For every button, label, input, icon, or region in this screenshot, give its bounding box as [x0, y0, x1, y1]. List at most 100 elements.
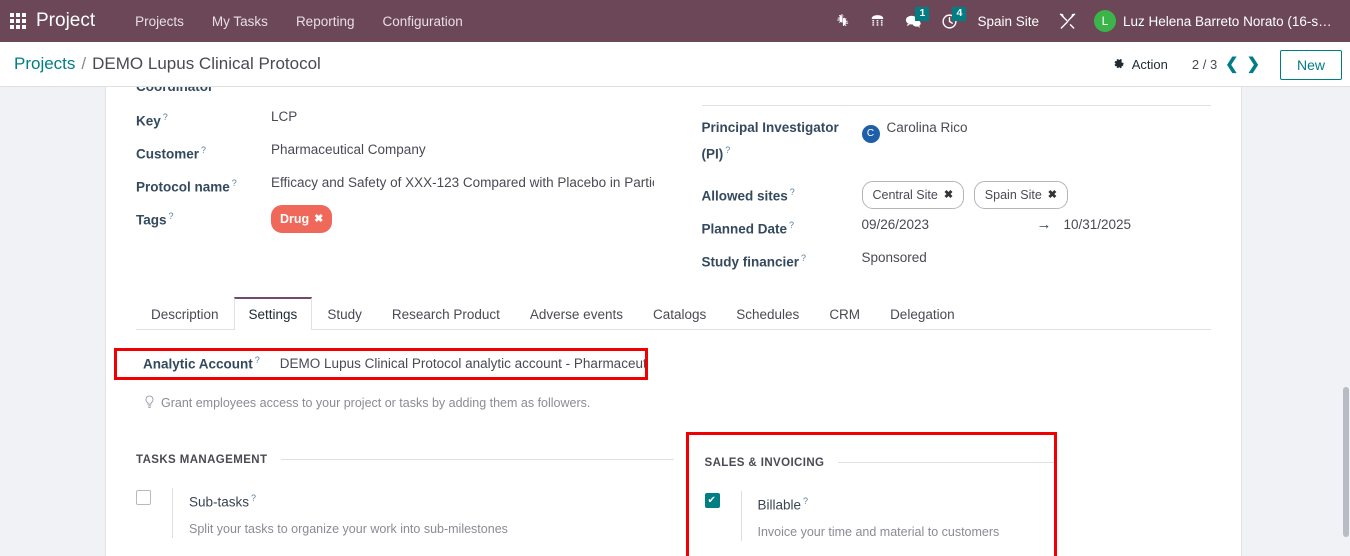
planned-date-end[interactable]: 10/31/2025 [1064, 214, 1132, 236]
site-chip-central[interactable]: Central Site ✖ [861, 180, 965, 209]
remove-tag-icon[interactable]: ✖ [314, 208, 323, 230]
field-protocol-name-value[interactable]: Efficacy and Safety of XXX-123 Compared … [271, 172, 654, 194]
setting-sub-tasks-title-text: Sub-tasks [189, 494, 250, 509]
activities-badge: 4 [952, 7, 967, 21]
remove-site-icon[interactable]: ✖ [1048, 184, 1057, 206]
tag-chip-drug[interactable]: Drug ✖ [271, 205, 333, 233]
chevron-left-icon[interactable]: ❮ [1225, 56, 1238, 73]
field-study-financier-row: Study financier? Sponsored [702, 242, 1212, 275]
website-selector[interactable]: Spain Site [967, 14, 1049, 29]
field-analytic-account-value[interactable]: DEMO Lupus Clinical Protocol analytic ac… [280, 356, 645, 371]
field-principal-investigator-value[interactable]: C Carolina Rico [861, 117, 968, 143]
messages-badge: 1 [915, 7, 930, 21]
nav-item-reporting[interactable]: Reporting [282, 8, 369, 35]
bug-icon[interactable] [825, 0, 860, 42]
activities-clock-icon[interactable]: 4 [932, 0, 967, 42]
settings-groups: TASKS MANAGEMENT Sub-tasks ? Split your … [136, 431, 1212, 556]
help-icon[interactable]: ? [789, 220, 794, 230]
tab-delegation[interactable]: Delegation [875, 297, 970, 330]
breadcrumb-separator: / [81, 54, 87, 73]
phone-keypad-icon[interactable] [860, 0, 895, 42]
field-allowed-sites-label-text: Allowed sites [701, 188, 788, 203]
settings-column-right: SALES & INVOICING Billabl [674, 431, 1212, 556]
user-name-label: Luz Helena Barreto Norato (16-sweet-b… [1123, 13, 1340, 29]
nav-item-configuration[interactable]: Configuration [368, 8, 476, 35]
form-field-grid: Key? LCP Customer? Pharmaceutical Compan… [136, 101, 1211, 275]
field-planned-date-label: Planned Date? [702, 214, 862, 241]
help-icon[interactable]: ? [803, 496, 808, 506]
tab-catalogs[interactable]: Catalogs [638, 297, 721, 330]
apps-grid-icon[interactable] [10, 13, 26, 29]
help-icon[interactable]: ? [725, 145, 730, 155]
settings-page: Analytic Account? DEMO Lupus Clinical Pr… [114, 330, 1212, 556]
field-analytic-account-label-text: Analytic Account [143, 356, 253, 372]
user-menu[interactable]: L Luz Helena Barreto Norato (16-sweet-b… [1086, 10, 1346, 32]
help-icon[interactable]: ? [232, 178, 237, 188]
field-coordinator-label: Coordinator [136, 87, 213, 94]
tab-description[interactable]: Description [136, 297, 234, 330]
help-icon[interactable]: ? [163, 112, 168, 122]
setting-sub-tasks-text: Sub-tasks? Split your tasks to organize … [172, 487, 674, 538]
messages-icon[interactable]: 1 [895, 0, 932, 42]
help-icon[interactable]: ? [801, 253, 806, 263]
vertical-scrollbar[interactable] [1342, 87, 1350, 556]
breadcrumb-item-projects[interactable]: Projects [14, 54, 75, 74]
notebook: Description Settings Study Research Prod… [114, 296, 1212, 556]
checkbox-sub-tasks[interactable] [136, 489, 151, 505]
nav-item-my-tasks[interactable]: My Tasks [198, 8, 282, 35]
tab-crm[interactable]: CRM [814, 297, 875, 330]
field-key-row: Key? LCP [136, 101, 654, 134]
setting-billable-text: Billable? Invoice your time and material… [740, 490, 1054, 541]
help-icon[interactable]: ? [251, 493, 256, 503]
site-chip-spain[interactable]: Spain Site ✖ [973, 180, 1068, 209]
app-brand-project[interactable]: Project [36, 10, 95, 32]
help-icon[interactable]: ? [790, 187, 795, 197]
field-customer-value[interactable]: Pharmaceutical Company [271, 139, 426, 161]
scrollbar-thumb[interactable] [1343, 387, 1349, 537]
field-allowed-sites-value: Central Site ✖ Spain Site ✖ [861, 180, 1075, 209]
field-pi-label-line1: Principal Investigator [701, 120, 839, 135]
field-tags-label-text: Tags [136, 212, 167, 228]
field-principal-investigator-row: Principal Investigator (PI)? C Carolina R… [702, 112, 1212, 166]
remove-site-icon[interactable]: ✖ [944, 184, 953, 206]
tab-study[interactable]: Study [312, 297, 377, 330]
pager-value: 2 / 3 [1191, 57, 1218, 72]
chevron-right-icon[interactable]: ❯ [1247, 56, 1260, 73]
tab-schedules[interactable]: Schedules [721, 297, 814, 330]
help-icon[interactable]: ? [201, 145, 206, 155]
checkbox-billable[interactable] [704, 492, 720, 508]
planned-date-start[interactable]: 09/26/2023 [862, 214, 1037, 236]
action-button-label: Action [1131, 57, 1168, 72]
field-tags-value: Drug ✖ [271, 205, 333, 233]
help-icon[interactable]: ? [255, 355, 260, 365]
tools-wrench-icon[interactable] [1049, 0, 1086, 42]
pi-avatar: C [861, 125, 880, 143]
avatar: L [1094, 10, 1116, 32]
nav-item-projects[interactable]: Projects [121, 8, 198, 35]
breadcrumb: Projects / DEMO Lupus Clinical Protocol [14, 54, 321, 74]
gear-icon [1114, 58, 1124, 69]
field-coordinator-partial: Coordinator [136, 87, 1211, 101]
setting-billable-title-text: Billable [757, 497, 802, 512]
field-planned-date-value: 09/26/2023 → 10/31/2025 [862, 214, 1132, 236]
action-button[interactable]: Action [1103, 52, 1178, 77]
group-tasks-management-title: TASKS MANAGEMENT [136, 454, 674, 466]
field-key-value[interactable]: LCP [271, 106, 297, 128]
field-study-financier-value[interactable]: Sponsored [862, 247, 927, 269]
tag-chip-drug-label: Drug [280, 212, 310, 226]
settings-column-left: TASKS MANAGEMENT Sub-tasks ? Split your … [136, 454, 674, 556]
tab-settings[interactable]: Settings [233, 296, 313, 330]
analytic-account-highlight: Analytic Account? DEMO Lupus Clinical Pr… [114, 347, 648, 380]
date-range-arrow-icon: → [1036, 215, 1052, 233]
tab-research-product[interactable]: Research Product [377, 297, 515, 330]
field-analytic-account-label: Analytic Account? [143, 355, 260, 372]
help-icon[interactable]: ? [169, 211, 174, 221]
tab-adverse-events[interactable]: Adverse events [515, 297, 638, 330]
field-key-label: Key? [136, 106, 271, 133]
new-button[interactable]: New [1279, 49, 1342, 80]
field-allowed-sites-label: Allowed sites? [702, 181, 862, 208]
navbar-menu: Projects My Tasks Reporting Configuratio… [121, 8, 477, 35]
top-navbar: Project Projects My Tasks Reporting Conf… [0, 0, 1350, 42]
site-chip-central-label: Central Site [872, 187, 938, 202]
field-protocol-name-row: Protocol name? Efficacy and Safety of XX… [136, 167, 654, 200]
